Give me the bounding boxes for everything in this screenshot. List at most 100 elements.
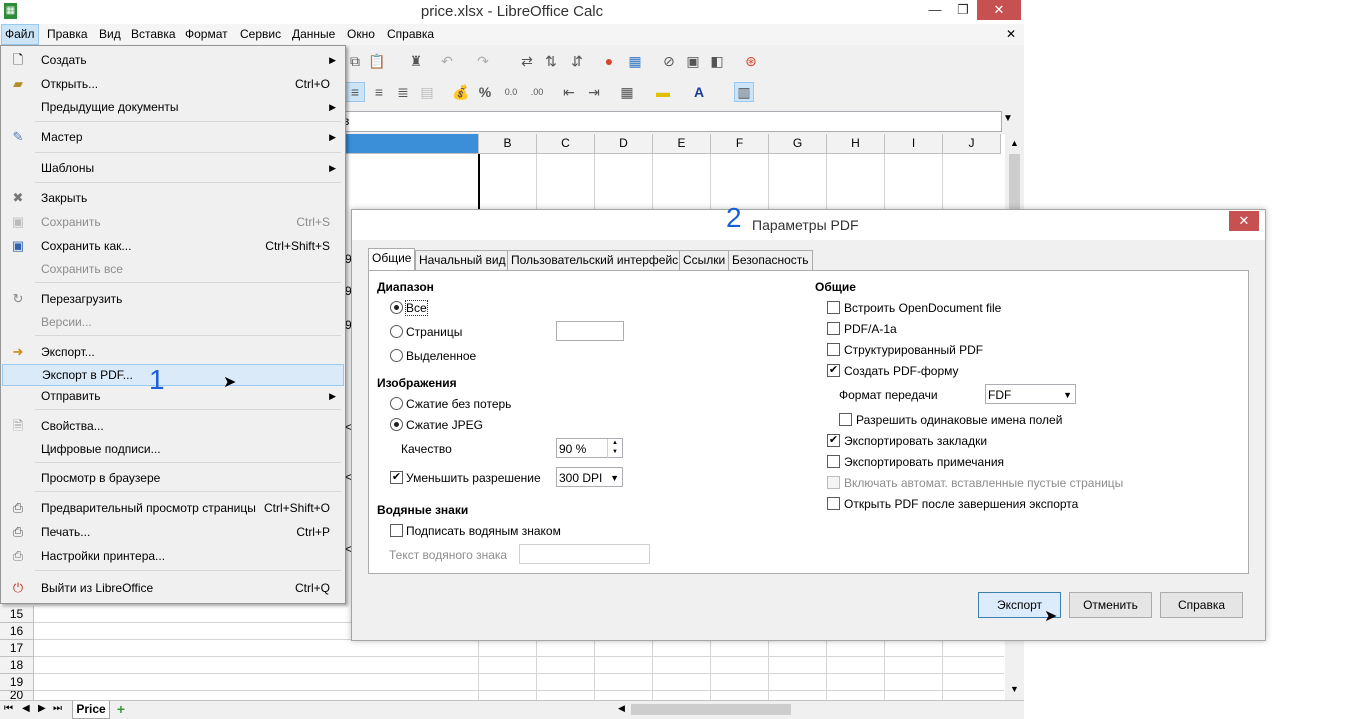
spin-up-down-icon[interactable]: ▲ ▼ bbox=[607, 439, 622, 458]
export-notes-checkbox[interactable] bbox=[827, 455, 840, 468]
row-header[interactable]: 18 bbox=[0, 657, 34, 674]
menu-view[interactable]: Вид bbox=[99, 27, 121, 41]
resolution-select[interactable]: 300 DPI ▼ bbox=[556, 467, 623, 487]
column-header-d[interactable]: D bbox=[595, 134, 653, 154]
prev-sheet-icon[interactable]: ◀ bbox=[22, 703, 30, 714]
menu-item-versions[interactable]: Версии... bbox=[2, 311, 342, 333]
align-center-icon[interactable]: ≡ bbox=[345, 82, 365, 102]
scroll-left-icon[interactable]: ◀ bbox=[618, 703, 625, 714]
menu-item-save-as[interactable]: ▣ Сохранить как... Ctrl+Shift+S bbox=[2, 235, 342, 257]
font-color-icon[interactable]: A bbox=[690, 83, 708, 101]
scroll-up-icon[interactable]: ▲ bbox=[1010, 138, 1019, 148]
radio-selection[interactable] bbox=[390, 349, 403, 362]
add-decimal-icon[interactable]: .00 bbox=[528, 83, 546, 101]
menu-edit[interactable]: Правка bbox=[47, 27, 88, 41]
next-sheet-icon[interactable]: ▶ bbox=[38, 703, 46, 714]
currency-format-icon[interactable]: 💰 bbox=[452, 83, 470, 101]
row-header[interactable]: 17 bbox=[0, 640, 34, 657]
clone-format-icon[interactable]: ♜ bbox=[407, 52, 425, 70]
radio-pages[interactable] bbox=[390, 325, 403, 338]
horizontal-scrollbar[interactable]: ◀ bbox=[616, 702, 1006, 717]
menu-item-export-pdf[interactable]: Экспорт в PDF... bbox=[2, 364, 344, 386]
open-after-export-checkbox[interactable] bbox=[827, 497, 840, 510]
menu-item-save-all[interactable]: Сохранить все bbox=[2, 258, 342, 280]
menu-item-print[interactable]: ⎙ Печать... Ctrl+P bbox=[2, 521, 342, 543]
number-format-icon[interactable]: 0.0 bbox=[502, 83, 520, 101]
menu-item-close[interactable]: ✖ Закрыть bbox=[2, 187, 342, 209]
chart-icon[interactable]: ● bbox=[600, 52, 618, 70]
menu-item-reload[interactable]: ↻ Перезагрузить bbox=[2, 288, 342, 310]
merge-cells-icon[interactable]: ▤ bbox=[418, 83, 436, 101]
expand-formula-icon[interactable]: ▼ bbox=[1003, 113, 1013, 124]
formula-input[interactable]: в bbox=[340, 111, 1002, 132]
export-bookmarks-checkbox[interactable]: ✔ bbox=[827, 434, 840, 447]
paste-icon[interactable]: 📋 bbox=[368, 52, 386, 70]
menu-item-export[interactable]: ➜ Экспорт... bbox=[2, 341, 342, 363]
column-header-e[interactable]: E bbox=[653, 134, 711, 154]
increase-indent-icon[interactable]: ⇥ bbox=[585, 83, 603, 101]
restore-button[interactable]: ❐ bbox=[950, 0, 976, 20]
row-header[interactable]: 16 bbox=[0, 623, 34, 640]
menu-item-send[interactable]: Отправить ▶ bbox=[2, 385, 342, 407]
gallery-icon[interactable]: ▣ bbox=[684, 52, 702, 70]
find-replace-icon[interactable]: ⇄ bbox=[518, 52, 536, 70]
pdfa-checkbox[interactable] bbox=[827, 322, 840, 335]
embed-odf-checkbox[interactable] bbox=[827, 301, 840, 314]
h-scroll-thumb[interactable] bbox=[631, 704, 791, 715]
auto-blank-pages-checkbox[interactable] bbox=[827, 476, 840, 489]
tab-user-interface[interactable]: Пользовательский интерфейс bbox=[507, 250, 683, 270]
close-window-button[interactable]: ✕ bbox=[977, 0, 1021, 20]
radio-all[interactable] bbox=[390, 301, 403, 314]
tagged-pdf-checkbox[interactable] bbox=[827, 343, 840, 356]
column-header-j[interactable]: J bbox=[943, 134, 1001, 154]
radio-lossless[interactable] bbox=[390, 397, 403, 410]
menu-item-open[interactable]: ▰ Открыть... Ctrl+O bbox=[2, 73, 342, 95]
sheet-tab-price[interactable]: Price bbox=[72, 701, 110, 719]
align-right-icon[interactable]: ≡ bbox=[370, 83, 388, 101]
menu-file[interactable]: Файл bbox=[1, 24, 39, 45]
column-header-g[interactable]: G bbox=[769, 134, 827, 154]
scroll-thumb[interactable] bbox=[1009, 154, 1020, 214]
tab-general[interactable]: Общие bbox=[368, 248, 416, 271]
quality-spinbox[interactable]: 90 % ▲ ▼ bbox=[556, 438, 623, 458]
column-header-b[interactable]: B bbox=[479, 134, 537, 154]
dialog-close-button[interactable]: ✕ bbox=[1229, 211, 1259, 231]
close-document-button[interactable]: ✕ bbox=[1006, 27, 1016, 41]
sort-ascending-icon[interactable]: ⇅ bbox=[542, 52, 560, 70]
pivot-table-icon[interactable]: ▦ bbox=[626, 52, 644, 70]
column-header-c[interactable]: C bbox=[537, 134, 595, 154]
column-header-i[interactable]: I bbox=[885, 134, 943, 154]
menu-item-properties[interactable]: 🗎 Свойства... bbox=[2, 415, 342, 437]
menu-tools[interactable]: Сервис bbox=[240, 27, 281, 41]
column-header-a[interactable] bbox=[344, 134, 479, 154]
help-lifebuoy-icon[interactable]: ⊛ bbox=[742, 52, 760, 70]
scroll-down-icon[interactable]: ▼ bbox=[1010, 684, 1019, 694]
tab-initial-view[interactable]: Начальный вид bbox=[415, 250, 510, 270]
redo-icon[interactable]: ↷ bbox=[474, 52, 492, 70]
last-sheet-icon[interactable]: ⏭ bbox=[53, 703, 62, 714]
percent-format-icon[interactable]: % bbox=[476, 83, 494, 101]
menu-item-preview-browser[interactable]: Просмотр в браузере bbox=[2, 467, 342, 489]
undo-icon[interactable]: ↶ bbox=[438, 52, 456, 70]
row-header[interactable]: 15 bbox=[0, 606, 34, 623]
allow-duplicate-names-checkbox[interactable] bbox=[839, 413, 852, 426]
menu-help[interactable]: Справка bbox=[387, 27, 434, 41]
menu-item-create[interactable]: 🗋 Создать ▶ bbox=[2, 49, 342, 71]
menu-item-wizard[interactable]: ✎ Мастер ▶ bbox=[2, 126, 342, 148]
menu-item-templates[interactable]: Шаблоны ▶ bbox=[2, 157, 342, 179]
watermark-text-input[interactable] bbox=[519, 544, 650, 564]
justify-icon[interactable]: ≣ bbox=[394, 83, 412, 101]
menu-data[interactable]: Данные bbox=[292, 27, 335, 41]
tab-security[interactable]: Безопасность bbox=[728, 250, 813, 270]
menu-format[interactable]: Формат bbox=[185, 27, 228, 41]
menu-item-recent[interactable]: Предыдущие документы ▶ bbox=[2, 96, 342, 118]
pages-input[interactable] bbox=[556, 321, 624, 341]
row-header[interactable]: 19 bbox=[0, 674, 34, 691]
column-header-f[interactable]: F bbox=[711, 134, 769, 154]
borders-icon[interactable]: ▦ bbox=[618, 83, 636, 101]
reduce-resolution-checkbox[interactable]: ✔ bbox=[390, 471, 403, 484]
create-form-checkbox[interactable]: ✔ bbox=[827, 364, 840, 377]
menu-item-digital-signatures[interactable]: Цифровые подписи... bbox=[2, 438, 342, 460]
background-color-icon[interactable]: ▬ bbox=[654, 83, 672, 101]
tab-links[interactable]: Ссылки bbox=[679, 250, 730, 270]
